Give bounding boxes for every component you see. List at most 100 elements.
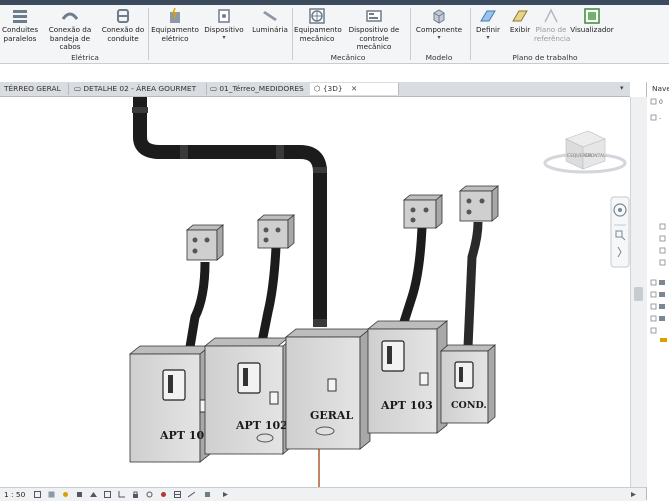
document-icon: ▭ — [210, 84, 217, 93]
ribbon-separator — [292, 8, 293, 60]
btn-label-2: conduite — [107, 33, 139, 43]
show-workplane-icon — [512, 10, 528, 22]
group-label-modelo: Modelo — [425, 53, 453, 62]
navigation-bar[interactable] — [610, 196, 630, 268]
meter-box-apt103[interactable]: APT 103 — [366, 320, 449, 434]
conduit-apt102 — [257, 246, 281, 343]
viewcube[interactable]: ESQUERDA FRONTAL — [543, 130, 627, 174]
componente-button[interactable]: Componente ▾ — [414, 7, 464, 41]
mechanical-equipment-icon — [309, 8, 325, 24]
ribbon: Conduites paralelos Conexão da bandeja d… — [0, 5, 669, 64]
definir-button[interactable]: Definir ▾ — [474, 7, 502, 41]
meter-box-geral[interactable]: GERAL — [284, 328, 372, 450]
electrical-equipment-icon — [170, 7, 180, 23]
device-icon — [218, 9, 230, 23]
reveal-hidden-icon[interactable] — [160, 491, 167, 498]
junction-box — [185, 224, 225, 261]
btn-label-1: Definir — [476, 25, 500, 34]
box-label-apt101: APT 101 — [159, 429, 212, 442]
project-navigator-panel: Naveg 0- — [646, 82, 669, 500]
electrical-model-3d[interactable]: APT 101 APT 102 GERAL APT 103 COND. ESQU… — [0, 97, 630, 487]
box-label-geral: GERAL — [310, 409, 353, 422]
view-control-bar: 1 : 50 — [0, 487, 646, 501]
visualizador-button[interactable]: Visualizador — [570, 7, 614, 35]
crop-view-icon[interactable] — [104, 491, 111, 498]
svg-text:0: 0 — [659, 99, 663, 106]
visual-style-icon[interactable] — [48, 491, 55, 498]
worksharing-icon[interactable] — [174, 491, 181, 498]
equipamento-mecanico-button[interactable]: Equipamento mecânico — [294, 7, 342, 43]
equipamento-eletrico-button[interactable]: Equipamento elétrico — [151, 7, 199, 43]
close-icon[interactable]: ✕ — [351, 84, 357, 93]
cable-tray-fitting-icon — [61, 12, 79, 20]
vertical-scrollbar[interactable] — [630, 97, 647, 487]
cube-icon: ⬡ — [314, 84, 321, 93]
btn-label-2: controle mecânico — [356, 33, 392, 51]
btn-label-2: referência — [534, 33, 571, 43]
btn-label-2: mecânico — [299, 33, 335, 43]
highlight-displacement-icon[interactable] — [204, 491, 211, 498]
tab-label: 01_Térreo_MEDIDORES — [219, 84, 304, 93]
render-icon[interactable] — [90, 491, 97, 498]
expand-arrow-icon[interactable] — [222, 491, 229, 498]
junction-box — [458, 185, 500, 222]
conduit-fitting-icon — [117, 9, 129, 23]
view-tab-bar: TÉRREO GERAL ▭ DETALHE 02 - ÁREA GOURMET… — [0, 82, 630, 97]
conduites-paralelos-button[interactable]: Conduites paralelos — [2, 7, 38, 43]
set-workplane-icon — [480, 10, 496, 22]
detail-level-icon[interactable] — [34, 491, 41, 498]
tab-list-dropdown-icon[interactable]: ▾ — [620, 84, 624, 92]
tab-3d[interactable]: ⬡ {3D} ✕ — [310, 83, 399, 95]
conduit-cond — [463, 221, 483, 348]
reference-plane-icon — [544, 8, 558, 23]
meter-box-apt102[interactable]: APT 102 — [203, 337, 291, 455]
box-label-apt103: APT 103 — [380, 399, 433, 412]
control-device-icon — [366, 10, 382, 22]
temporary-hide-icon[interactable] — [146, 491, 153, 498]
component-icon — [433, 9, 445, 24]
group-label-eletrica: Elétrica — [71, 53, 99, 62]
show-crop-icon[interactable] — [118, 491, 125, 498]
dropdown-arrow-icon[interactable]: ▾ — [414, 34, 464, 41]
conduit-couplings — [132, 107, 327, 327]
box-label-cond: COND. — [451, 400, 487, 411]
tab-terreo-medidores[interactable]: ▭ 01_Térreo_MEDIDORES — [206, 83, 313, 95]
btn-label-2: bandeja de cabos — [49, 33, 91, 51]
tab-label: DETALHE 02 - ÁREA GOURMET — [83, 84, 197, 93]
navigator-tree: 0- — [650, 98, 667, 342]
luminaria-button[interactable]: Luminária — [250, 7, 290, 35]
scrollbar-thumb[interactable] — [634, 287, 643, 301]
ribbon-separator — [148, 8, 149, 60]
3d-viewport[interactable]: APT 101 APT 102 GERAL APT 103 COND. ESQU… — [0, 97, 630, 487]
btn-label-2: paralelos — [3, 33, 37, 43]
conduit-apt101 — [185, 261, 210, 348]
btn-label-1: Componente — [415, 25, 463, 34]
exibir-button[interactable]: Exibir — [506, 7, 534, 35]
conexao-bandeja-button[interactable]: Conexão da bandeja de cabos — [40, 7, 100, 52]
scroll-right-icon[interactable] — [630, 491, 637, 498]
meter-box-apt101[interactable]: APT 101 — [128, 345, 212, 463]
dropdown-arrow-icon[interactable]: ▾ — [474, 34, 502, 41]
lighting-fixture-icon — [263, 11, 277, 21]
btn-label-1: Dispositivo — [204, 25, 244, 34]
shadows-icon[interactable] — [76, 491, 83, 498]
tab-terreo-geral[interactable]: TÉRREO GERAL — [0, 83, 69, 95]
group-label-plano: Plano de trabalho — [512, 53, 578, 62]
dropdown-arrow-icon[interactable]: ▾ — [204, 34, 244, 41]
ribbon-separator — [470, 8, 471, 60]
dispositivo-controle-button[interactable]: Dispositivo de controle mecânico — [341, 7, 407, 52]
viewcube-front-face: FRONTAL — [585, 153, 606, 159]
group-label-mecanico: Mecânico — [330, 53, 366, 62]
analytical-model-icon[interactable] — [188, 491, 195, 498]
btn-label-2: elétrico — [161, 33, 189, 43]
conexao-conduite-button[interactable]: Conexão do conduite — [101, 7, 145, 43]
dispositivo-button[interactable]: Dispositivo ▾ — [204, 7, 244, 41]
view-scale[interactable]: 1 : 50 — [4, 490, 25, 499]
main-conduit — [133, 97, 327, 327]
meter-box-cond[interactable]: COND. — [439, 344, 497, 424]
btn-label-1: Luminária — [252, 25, 288, 34]
sun-path-icon[interactable] — [62, 491, 69, 498]
plano-referencia-button[interactable]: Plano de referência — [534, 7, 571, 43]
tab-detalhe-02[interactable]: ▭ DETALHE 02 - ÁREA GOURMET — [70, 83, 207, 95]
lock-3d-view-icon[interactable] — [132, 491, 139, 498]
